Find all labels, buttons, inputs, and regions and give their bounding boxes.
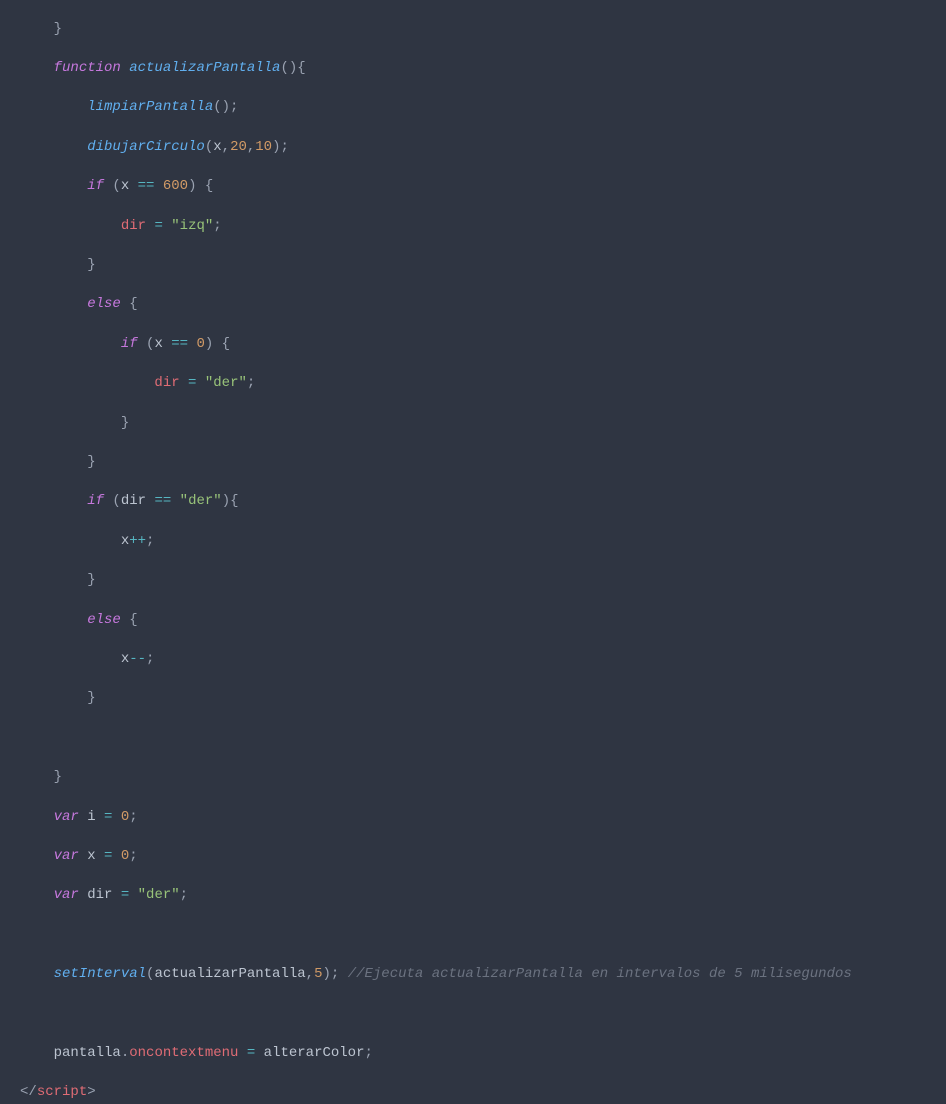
code-line xyxy=(20,1004,946,1024)
code-line: pantalla.oncontextmenu = alterarColor; xyxy=(20,1044,946,1064)
code-line: } xyxy=(20,20,946,40)
code-line: } xyxy=(20,453,946,473)
code-line: if (x == 600) { xyxy=(20,177,946,197)
code-line: var x = 0; xyxy=(20,847,946,867)
code-line: dir = "der"; xyxy=(20,374,946,394)
code-line: dibujarCirculo(x,20,10); xyxy=(20,138,946,158)
code-line: } xyxy=(20,768,946,788)
code-line: setInterval(actualizarPantalla,5); //Eje… xyxy=(20,965,946,985)
code-line: </script> xyxy=(20,1083,946,1103)
code-line: } xyxy=(20,571,946,591)
code-line: if (dir == "der"){ xyxy=(20,492,946,512)
code-line: function actualizarPantalla(){ xyxy=(20,59,946,79)
code-editor[interactable]: } function actualizarPantalla(){ limpiar… xyxy=(0,0,946,1104)
code-line: else { xyxy=(20,611,946,631)
code-line: } xyxy=(20,256,946,276)
code-line: else { xyxy=(20,295,946,315)
code-line: } xyxy=(20,689,946,709)
code-line: if (x == 0) { xyxy=(20,335,946,355)
code-line: var dir = "der"; xyxy=(20,886,946,906)
code-line: dir = "izq"; xyxy=(20,217,946,237)
code-line: x--; xyxy=(20,650,946,670)
code-line: limpiarPantalla(); xyxy=(20,98,946,118)
code-line xyxy=(20,729,946,749)
code-line: } xyxy=(20,414,946,434)
code-line xyxy=(20,926,946,946)
code-line: x++; xyxy=(20,532,946,552)
code-line: var i = 0; xyxy=(20,808,946,828)
